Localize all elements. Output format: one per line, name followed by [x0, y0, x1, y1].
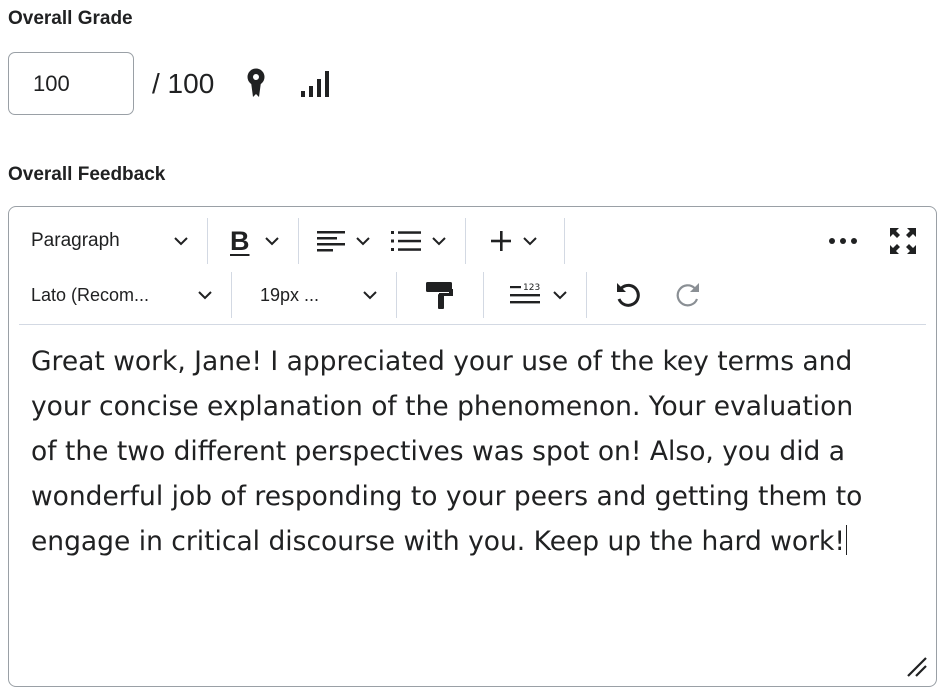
undo-button[interactable]: [595, 275, 661, 315]
chevron-down-icon: [355, 237, 370, 246]
bullet-list-icon: [390, 231, 421, 251]
font-size-label: 19px ...: [260, 284, 320, 305]
grade-input[interactable]: [8, 52, 134, 115]
list-dropdown[interactable]: [381, 221, 457, 261]
editor-toolbar-row-2: Lato (Recom... 19px ... 123: [9, 271, 936, 319]
overall-grade-label: Overall Grade: [8, 8, 133, 29]
redo-icon: [676, 283, 699, 307]
bold-button[interactable]: B: [216, 221, 290, 261]
toolbar-separator: [396, 272, 397, 318]
grade-out-of: / 100: [152, 67, 215, 99]
svg-text:123: 123: [523, 283, 540, 293]
feedback-line: your concise explanation of the phenomen…: [31, 391, 854, 422]
toolbar-separator: [586, 272, 587, 318]
undo-icon: [617, 283, 640, 307]
rubric-icon[interactable]: [244, 67, 268, 101]
toolbar-separator: [297, 218, 299, 264]
fullscreen-icon: [890, 228, 916, 254]
toolbar-separator: [464, 218, 466, 264]
paragraph-format-label: Paragraph: [31, 230, 120, 251]
chevron-down-icon: [431, 237, 446, 246]
format-painter-button[interactable]: [405, 275, 475, 315]
feedback-line: Great work, Jane! I appreciated your use…: [31, 346, 853, 377]
insert-dropdown[interactable]: [474, 221, 548, 261]
paragraph-format-dropdown[interactable]: Paragraph: [9, 221, 199, 261]
toolbar-separator: [207, 218, 208, 264]
more-button[interactable]: [818, 221, 868, 261]
toolbar-separator: [483, 272, 484, 318]
paint-roller-icon: [426, 282, 453, 309]
plus-icon: [490, 231, 511, 251]
line-spacing-dropdown[interactable]: 123: [492, 275, 578, 315]
align-dropdown[interactable]: [307, 221, 381, 261]
chevron-down-icon: [363, 291, 377, 300]
chevron-down-icon: [174, 237, 188, 246]
overall-feedback-label: Overall Feedback: [8, 164, 166, 185]
feedback-editor: Paragraph B Lato (Recom... 19px ... 123 …: [8, 206, 937, 687]
align-left-icon: [316, 231, 345, 252]
line-spacing-icon: 123: [510, 283, 540, 304]
toolbar-divider: [19, 324, 926, 325]
toolbar-separator: [563, 218, 565, 264]
font-size-dropdown[interactable]: 19px ...: [240, 275, 388, 315]
font-family-dropdown[interactable]: Lato (Recom...: [9, 275, 223, 315]
chevron-down-icon: [198, 291, 212, 300]
text-cursor: [845, 525, 848, 555]
more-icon: [829, 238, 857, 244]
feedback-line-last: engage in critical discourse with you. K…: [31, 519, 911, 564]
font-family-label: Lato (Recom...: [31, 284, 150, 305]
feedback-line: of the two different perspectives was sp…: [31, 436, 846, 467]
chevron-down-icon: [522, 237, 537, 246]
chevron-down-icon: [553, 291, 567, 300]
toolbar-separator: [231, 272, 232, 318]
resize-handle-icon[interactable]: [904, 654, 928, 678]
editor-toolbar-row-1: Paragraph B: [9, 217, 936, 265]
bold-icon: B: [230, 225, 250, 256]
redo-button[interactable]: [661, 275, 715, 315]
chevron-down-icon: [264, 237, 279, 246]
feedback-line: engage in critical discourse with you. K…: [31, 526, 845, 557]
fullscreen-button[interactable]: [868, 221, 936, 261]
feedback-line: wonderful job of responding to your peer…: [31, 481, 863, 512]
grade-row: / 100: [8, 50, 332, 117]
feedback-text-area[interactable]: Great work, Jane! I appreciated your use…: [31, 339, 911, 564]
stats-icon[interactable]: [298, 67, 332, 101]
